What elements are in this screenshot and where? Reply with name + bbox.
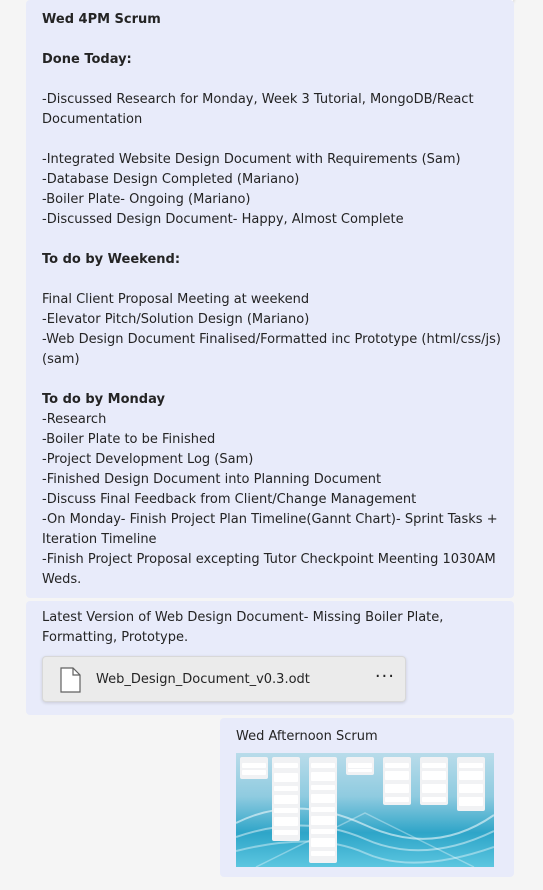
file-attachment-card[interactable]: Web_Design_Document_v0.3.odt ··· (42, 656, 406, 702)
message-line: -Discussed Research for Monday, Week 3 T… (42, 92, 474, 107)
more-options-button[interactable]: ··· (375, 667, 395, 687)
message-line: -Boiler Plate- Ongoing (Mariano) (42, 192, 251, 207)
section-heading: Wed 4PM Scrum (42, 12, 161, 27)
file-message-text-line-2: Formatting, Prototype. (42, 630, 189, 645)
document-icon (60, 667, 81, 693)
board-column (272, 757, 300, 841)
board-column (309, 757, 337, 863)
message-line: -Boiler Plate to be Finished (42, 432, 216, 447)
message-line: -Discussed Design Document- Happy, Almos… (42, 212, 404, 227)
board-column (457, 757, 485, 811)
section-heading: Done Today: (42, 52, 132, 67)
message-line: -Elevator Pitch/Solution Design (Mariano… (42, 312, 310, 327)
message-line: -Integrated Website Design Document with… (42, 152, 461, 167)
message-line: Final Client Proposal Meeting at weekend (42, 292, 310, 307)
board-screenshot-image[interactable] (236, 753, 494, 867)
file-message-text-line-1: Latest Version of Web Design Document- M… (42, 610, 444, 625)
scrum-message-body: Wed 4PM Scrum Done Today: -Discussed Resea… (42, 10, 501, 590)
message-line: -Finish Project Proposal excepting Tutor… (42, 552, 496, 567)
message-line: -Database Design Completed (Mariano) (42, 172, 300, 187)
message-line: -Web Design Document Finalised/Formatted… (42, 332, 501, 347)
board-column (346, 757, 374, 775)
message-line: Documentation (42, 112, 143, 127)
message-line: -Project Development Log (Sam) (42, 452, 254, 467)
message-line: -On Monday- Finish Project Plan Timeline… (42, 512, 498, 527)
board-column (383, 757, 411, 805)
image-caption: Wed Afternoon Scrum (236, 729, 378, 744)
section-heading: To do by Weekend: (42, 252, 181, 267)
message-line: (sam) (42, 352, 80, 367)
file-message-bubble: Latest Version of Web Design Document- M… (26, 601, 514, 715)
message-line: Weds. (42, 572, 82, 587)
file-name[interactable]: Web_Design_Document_v0.3.odt (96, 670, 310, 690)
board-column (240, 757, 268, 779)
scrum-message-bubble: Wed 4PM Scrum Done Today: -Discussed Resea… (26, 0, 514, 598)
message-line: Iteration Timeline (42, 532, 157, 547)
image-message-bubble: Wed Afternoon Scrum (220, 718, 514, 877)
message-line: -Finished Design Document into Planning … (42, 472, 382, 487)
message-line: -Discuss Final Feedback from Client/Chan… (42, 492, 417, 507)
section-heading: To do by Monday (42, 392, 165, 407)
board-column (420, 757, 448, 805)
message-line: -Research (42, 412, 107, 427)
